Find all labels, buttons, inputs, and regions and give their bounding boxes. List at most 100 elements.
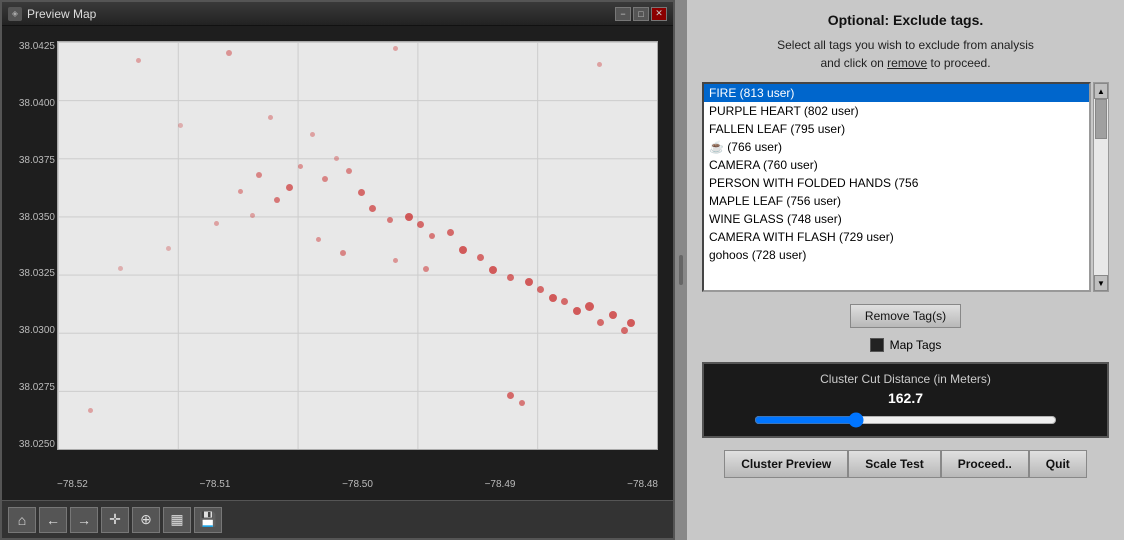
y-label-1: 38.0400 bbox=[7, 98, 55, 109]
cluster-value: 162.7 bbox=[716, 390, 1095, 406]
data-point bbox=[621, 327, 628, 334]
y-label-0: 38.0425 bbox=[7, 41, 55, 52]
quit-button[interactable]: Quit bbox=[1029, 450, 1087, 478]
data-point bbox=[316, 237, 321, 242]
data-point bbox=[136, 58, 141, 63]
tag-item-gohoos[interactable]: gohoos (728 user) bbox=[704, 246, 1089, 264]
map-tags-checkbox[interactable] bbox=[870, 338, 884, 352]
close-button[interactable]: ✕ bbox=[651, 7, 667, 21]
data-point bbox=[214, 221, 219, 226]
home-button[interactable]: ⌂ bbox=[8, 507, 36, 533]
data-point bbox=[118, 266, 123, 271]
data-point bbox=[405, 213, 413, 221]
map-plot bbox=[57, 41, 658, 450]
scroll-up-button[interactable]: ▲ bbox=[1094, 83, 1108, 99]
bottom-buttons: Cluster Preview Scale Test Proceed.. Qui… bbox=[702, 450, 1109, 478]
cluster-label: Cluster Cut Distance (in Meters) bbox=[716, 372, 1095, 386]
map-tags-row: Map Tags bbox=[702, 338, 1109, 352]
data-point bbox=[274, 197, 280, 203]
y-label-3: 38.0350 bbox=[7, 212, 55, 223]
cluster-cut-distance-box: Cluster Cut Distance (in Meters) 162.7 bbox=[702, 362, 1109, 438]
tag-list-scrollbar[interactable]: ▲ ▼ bbox=[1093, 82, 1109, 292]
data-point bbox=[489, 266, 497, 274]
tag-item-fire[interactable]: FIRE (813 user) bbox=[704, 84, 1089, 102]
tag-item-coffee[interactable]: ☕ (766 user) bbox=[704, 138, 1089, 156]
data-point bbox=[166, 246, 171, 251]
scroll-thumb[interactable] bbox=[1095, 99, 1107, 139]
data-point bbox=[369, 205, 376, 212]
cluster-slider[interactable] bbox=[754, 412, 1057, 428]
scale-test-button[interactable]: Scale Test bbox=[848, 450, 940, 478]
x-label-1: −78.51 bbox=[200, 479, 231, 490]
y-label-2: 38.0375 bbox=[7, 155, 55, 166]
scroll-track bbox=[1094, 99, 1108, 275]
maximize-button[interactable]: □ bbox=[633, 7, 649, 21]
cluster-preview-button[interactable]: Cluster Preview bbox=[724, 450, 848, 478]
data-point bbox=[507, 392, 514, 399]
tag-item-folded-hands[interactable]: PERSON WITH FOLDED HANDS (756 bbox=[704, 174, 1089, 192]
tag-item-wine-glass[interactable]: WINE GLASS (748 user) bbox=[704, 210, 1089, 228]
data-point bbox=[585, 302, 594, 311]
tag-list-container: FIRE (813 user) PURPLE HEART (802 user) … bbox=[702, 82, 1109, 292]
right-panel: Optional: Exclude tags. Select all tags … bbox=[687, 0, 1124, 540]
back-button[interactable]: ← bbox=[39, 507, 67, 533]
remove-tags-button[interactable]: Remove Tag(s) bbox=[850, 304, 961, 328]
save-button[interactable]: 💾 bbox=[194, 507, 222, 533]
tag-item-camera-flash[interactable]: CAMERA WITH FLASH (729 user) bbox=[704, 228, 1089, 246]
x-label-2: −78.50 bbox=[342, 479, 373, 490]
y-axis: 38.0425 38.0400 38.0375 38.0350 38.0325 … bbox=[7, 41, 55, 450]
x-axis: −78.52 −78.51 −78.50 −78.49 −78.48 bbox=[57, 479, 658, 490]
data-point bbox=[88, 408, 93, 413]
proceed-button[interactable]: Proceed.. bbox=[941, 450, 1029, 478]
resize-handle-grip bbox=[679, 255, 683, 285]
data-point bbox=[178, 123, 183, 128]
data-point bbox=[561, 298, 568, 305]
scroll-down-button[interactable]: ▼ bbox=[1094, 275, 1108, 291]
zoom-button[interactable]: ⊕ bbox=[132, 507, 160, 533]
resize-handle[interactable] bbox=[675, 0, 687, 540]
data-point bbox=[340, 250, 346, 256]
data-point bbox=[609, 311, 617, 319]
map-window: ◈ Preview Map − □ ✕ 38.0425 38.0400 38.0… bbox=[0, 0, 675, 540]
map-content: 38.0425 38.0400 38.0375 38.0350 38.0325 … bbox=[2, 26, 673, 500]
data-point bbox=[387, 217, 393, 223]
data-point bbox=[346, 168, 352, 174]
grid-button[interactable]: ▦ bbox=[163, 507, 191, 533]
data-point bbox=[573, 307, 581, 315]
data-point bbox=[549, 294, 557, 302]
y-label-7: 38.0250 bbox=[7, 439, 55, 450]
data-point bbox=[507, 274, 514, 281]
panel-title: Optional: Exclude tags. bbox=[702, 12, 1109, 28]
data-point bbox=[268, 115, 273, 120]
data-point bbox=[417, 221, 424, 228]
tag-list[interactable]: FIRE (813 user) PURPLE HEART (802 user) … bbox=[702, 82, 1091, 292]
map-tags-label: Map Tags bbox=[890, 338, 942, 352]
minimize-button[interactable]: − bbox=[615, 7, 631, 21]
tag-item-purple-heart[interactable]: PURPLE HEART (802 user) bbox=[704, 102, 1089, 120]
data-point bbox=[525, 278, 533, 286]
x-label-0: −78.52 bbox=[57, 479, 88, 490]
data-point bbox=[393, 258, 398, 263]
data-point bbox=[226, 50, 232, 56]
data-point bbox=[393, 46, 398, 51]
forward-button[interactable]: → bbox=[70, 507, 98, 533]
data-point bbox=[597, 62, 602, 67]
data-point bbox=[423, 266, 429, 272]
data-point bbox=[358, 189, 365, 196]
title-bar-left: ◈ Preview Map bbox=[8, 7, 96, 21]
pan-button[interactable]: ✛ bbox=[101, 507, 129, 533]
data-point bbox=[459, 246, 467, 254]
y-label-4: 38.0325 bbox=[7, 268, 55, 279]
data-point bbox=[597, 319, 604, 326]
data-point bbox=[322, 176, 328, 182]
data-point bbox=[519, 400, 525, 406]
data-point bbox=[627, 319, 635, 327]
x-label-3: −78.49 bbox=[485, 479, 516, 490]
tag-item-maple-leaf[interactable]: MAPLE LEAF (756 user) bbox=[704, 192, 1089, 210]
tag-item-camera[interactable]: CAMERA (760 user) bbox=[704, 156, 1089, 174]
window-title: Preview Map bbox=[27, 7, 96, 21]
tag-item-fallen-leaf[interactable]: FALLEN LEAF (795 user) bbox=[704, 120, 1089, 138]
map-toolbar: ⌂ ← → ✛ ⊕ ▦ 💾 bbox=[2, 500, 673, 538]
data-point bbox=[250, 213, 255, 218]
data-point bbox=[447, 229, 454, 236]
